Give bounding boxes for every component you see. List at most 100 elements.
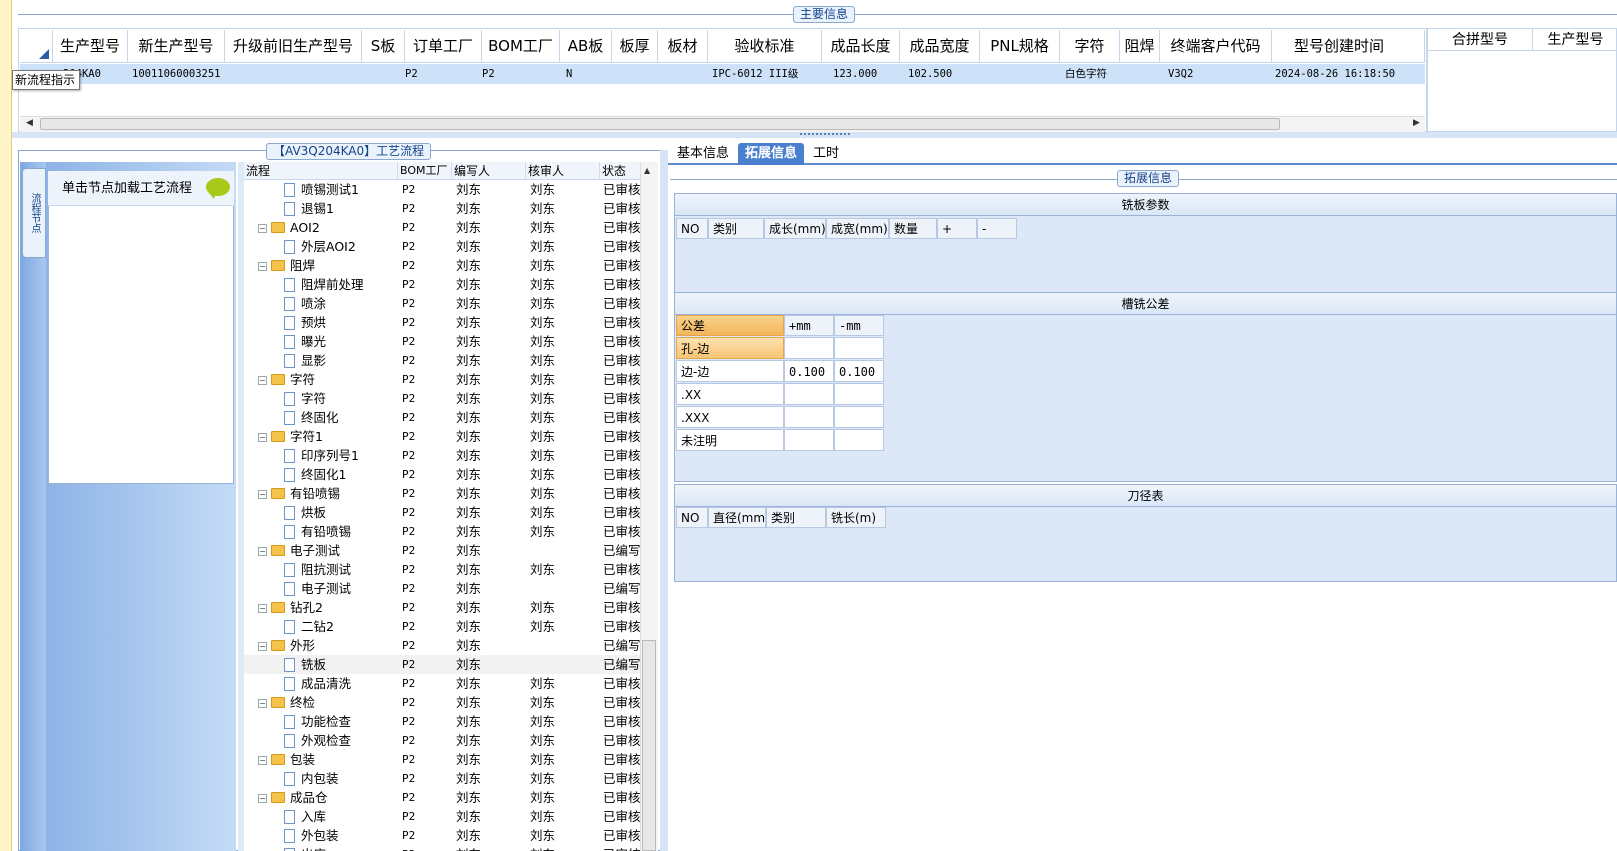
tree-row[interactable]: 字符 P2 刘东 刘东 已审核 (244, 389, 640, 408)
mill-col-7[interactable]: - (977, 218, 1017, 239)
tree-row[interactable]: 曝光 P2 刘东 刘东 已审核 (244, 332, 640, 351)
main-col-header-11[interactable]: 成品长度 (822, 30, 900, 63)
main-col-header-13[interactable]: PNL规格 (980, 30, 1060, 63)
tree-node-label: 内包装 (301, 771, 339, 786)
tree-row[interactable]: 内包装 P2 刘东 刘东 已审核 (244, 769, 640, 788)
folder-icon (271, 431, 285, 442)
scroll-left-icon[interactable]: ◀ (26, 118, 33, 128)
collapse-toggle-icon[interactable]: − (258, 224, 267, 233)
horizontal-scrollbar-thumb[interactable] (40, 118, 1280, 130)
main-col-header-17[interactable]: 型号创建时间 (1272, 30, 1425, 63)
tree-row[interactable]: − 有铅喷锡 P2 刘东 刘东 已审核 (244, 484, 640, 503)
collapse-toggle-icon[interactable]: − (258, 376, 267, 385)
splitter-grip-icon[interactable] (800, 133, 850, 137)
tree-row[interactable]: 预烘 P2 刘东 刘东 已审核 (244, 313, 640, 332)
collapse-toggle-icon[interactable]: − (258, 490, 267, 499)
tolerance-minus-input[interactable]: 0.100 (834, 360, 884, 382)
tree-row[interactable]: − 外形 P2 刘东 已编写 (244, 636, 640, 655)
collapse-toggle-icon[interactable]: − (258, 794, 267, 803)
tool-col-4: 铣长(m) (826, 507, 886, 528)
tree-row[interactable]: − 钻孔2 P2 刘东 刘东 已审核 (244, 598, 640, 617)
tree-row[interactable]: 电子测试 P2 刘东 已编写 (244, 579, 640, 598)
collapse-toggle-icon[interactable]: − (258, 262, 267, 271)
tree-row[interactable]: 终固化 P2 刘东 刘东 已审核 (244, 408, 640, 427)
main-vertical-splitter[interactable] (660, 150, 668, 851)
tree-row[interactable]: 铣板 P2 刘东 已编写 (244, 655, 640, 674)
tree-row[interactable]: 二钻2 P2 刘东 刘东 已审核 (244, 617, 640, 636)
col-checker[interactable]: 核审人 (526, 162, 600, 180)
tree-row[interactable]: − 字符1 P2 刘东 刘东 已审核 (244, 427, 640, 446)
tree-row[interactable]: 功能检查 P2 刘东 刘东 已审核 (244, 712, 640, 731)
main-col-header-9[interactable]: 板材 (658, 30, 708, 63)
tolerance-plus-input[interactable]: 0.100 (784, 360, 834, 382)
collapse-toggle-icon[interactable]: − (258, 642, 267, 651)
main-col-header-1[interactable]: 生产型号 (53, 30, 128, 63)
collapse-toggle-icon[interactable]: − (258, 699, 267, 708)
grid-corner[interactable] (20, 30, 53, 63)
tolerance-minus-input[interactable] (834, 429, 884, 451)
main-col-header-8[interactable]: 板厚 (612, 30, 658, 63)
main-col-header-3[interactable]: 升级前旧生产型号 (225, 30, 362, 63)
tree-row[interactable]: 显影 P2 刘东 刘东 已审核 (244, 351, 640, 370)
collapse-toggle-icon[interactable]: − (258, 604, 267, 613)
tree-node: − 钻孔2 (258, 598, 398, 617)
tree-row[interactable]: − 包装 P2 刘东 刘东 已审核 (244, 750, 640, 769)
scroll-up-icon[interactable]: ▲ (644, 166, 650, 175)
tree-scrollbar-thumb[interactable] (642, 640, 656, 851)
main-col-header-12[interactable]: 成品宽度 (900, 30, 980, 63)
tree-row[interactable]: 外观检查 P2 刘东 刘东 已审核 (244, 731, 640, 750)
tolerance-plus-input[interactable] (784, 429, 834, 451)
main-col-header-5[interactable]: 订单工厂 (405, 30, 482, 63)
col-bom-factory[interactable]: BOM工厂 (398, 162, 452, 180)
tolerance-minus-input[interactable] (834, 406, 884, 428)
mill-col-6[interactable]: + (937, 218, 977, 239)
tab-extended-info[interactable]: 拓展信息 (738, 143, 805, 165)
collapse-toggle-icon[interactable]: − (258, 756, 267, 765)
tree-row[interactable]: 有铅喷锡 P2 刘东 刘东 已审核 (244, 522, 640, 541)
col-process[interactable]: 流程 (244, 162, 398, 180)
tab-work-hours[interactable]: 工时 (806, 143, 846, 165)
tolerance-minus-input[interactable] (834, 383, 884, 405)
tolerance-plus-input[interactable] (784, 337, 834, 359)
tree-row[interactable]: 印序列号1 P2 刘东 刘东 已审核 (244, 446, 640, 465)
tolerance-plus-input[interactable] (784, 406, 834, 428)
tree-row[interactable]: 成品清洗 P2 刘东 刘东 已审核 (244, 674, 640, 693)
tree-row[interactable]: − 终检 P2 刘东 刘东 已审核 (244, 693, 640, 712)
main-col-header-14[interactable]: 字符 (1060, 30, 1120, 63)
tree-node: 有铅喷锡 (284, 522, 398, 541)
main-col-header-2[interactable]: 新生产型号 (128, 30, 225, 63)
tree-row[interactable]: 外层AOI2 P2 刘东 刘东 已审核 (244, 237, 640, 256)
main-col-header-10[interactable]: 验收标准 (708, 30, 822, 63)
scroll-right-icon[interactable]: ▶ (1413, 118, 1420, 128)
tree-cell-status: 已审核 (603, 220, 640, 235)
col-writer[interactable]: 编写人 (452, 162, 526, 180)
main-col-header-15[interactable]: 阻焊 (1120, 30, 1160, 63)
tab-process-node[interactable]: 流程节点 (22, 168, 46, 258)
tolerance-plus-input[interactable] (784, 383, 834, 405)
tab-basic-info[interactable]: 基本信息 (670, 143, 736, 165)
tree-row[interactable]: 外包装 P2 刘东 刘东 已审核 (244, 826, 640, 845)
collapse-toggle-icon[interactable]: − (258, 547, 267, 556)
tree-row[interactable]: 退锡1 P2 刘东 刘东 已审核 (244, 199, 640, 218)
col-status[interactable]: 状态 (600, 162, 640, 180)
tree-row[interactable]: − AOI2 P2 刘东 刘东 已审核 (244, 218, 640, 237)
tree-row[interactable]: 喷锡测试1 P2 刘东 刘东 已审核 (244, 180, 640, 199)
main-col-header-16[interactable]: 终端客户代码 (1160, 30, 1272, 63)
main-col-header-7[interactable]: AB板 (560, 30, 612, 63)
main-col-header-4[interactable]: S板 (362, 30, 405, 63)
tree-row[interactable]: − 成品仓 P2 刘东 刘东 已审核 (244, 788, 640, 807)
tree-row[interactable]: 出库P2刘东刘东已审核 (244, 845, 640, 851)
main-col-header-6[interactable]: BOM工厂 (482, 30, 560, 63)
tree-row[interactable]: 喷涂 P2 刘东 刘东 已审核 (244, 294, 640, 313)
tree-row[interactable]: 入库 P2 刘东 刘东 已审核 (244, 807, 640, 826)
tree-row[interactable]: 烘板 P2 刘东 刘东 已审核 (244, 503, 640, 522)
tree-row[interactable]: 阻抗测试 P2 刘东 刘东 已审核 (244, 560, 640, 579)
tree-row[interactable]: − 字符 P2 刘东 刘东 已审核 (244, 370, 640, 389)
collapse-toggle-icon[interactable]: − (258, 433, 267, 442)
tree-row[interactable]: − 阻焊 P2 刘东 刘东 已审核 (244, 256, 640, 275)
tree-row[interactable]: 终固化1 P2 刘东 刘东 已审核 (244, 465, 640, 484)
tree-row[interactable]: 阻焊前处理 P2 刘东 刘东 已审核 (244, 275, 640, 294)
tolerance-minus-input[interactable] (834, 337, 884, 359)
tree-row[interactable]: − 电子测试 P2 刘东 已编写 (244, 541, 640, 560)
tree-cell-bom: P2 (402, 753, 416, 766)
